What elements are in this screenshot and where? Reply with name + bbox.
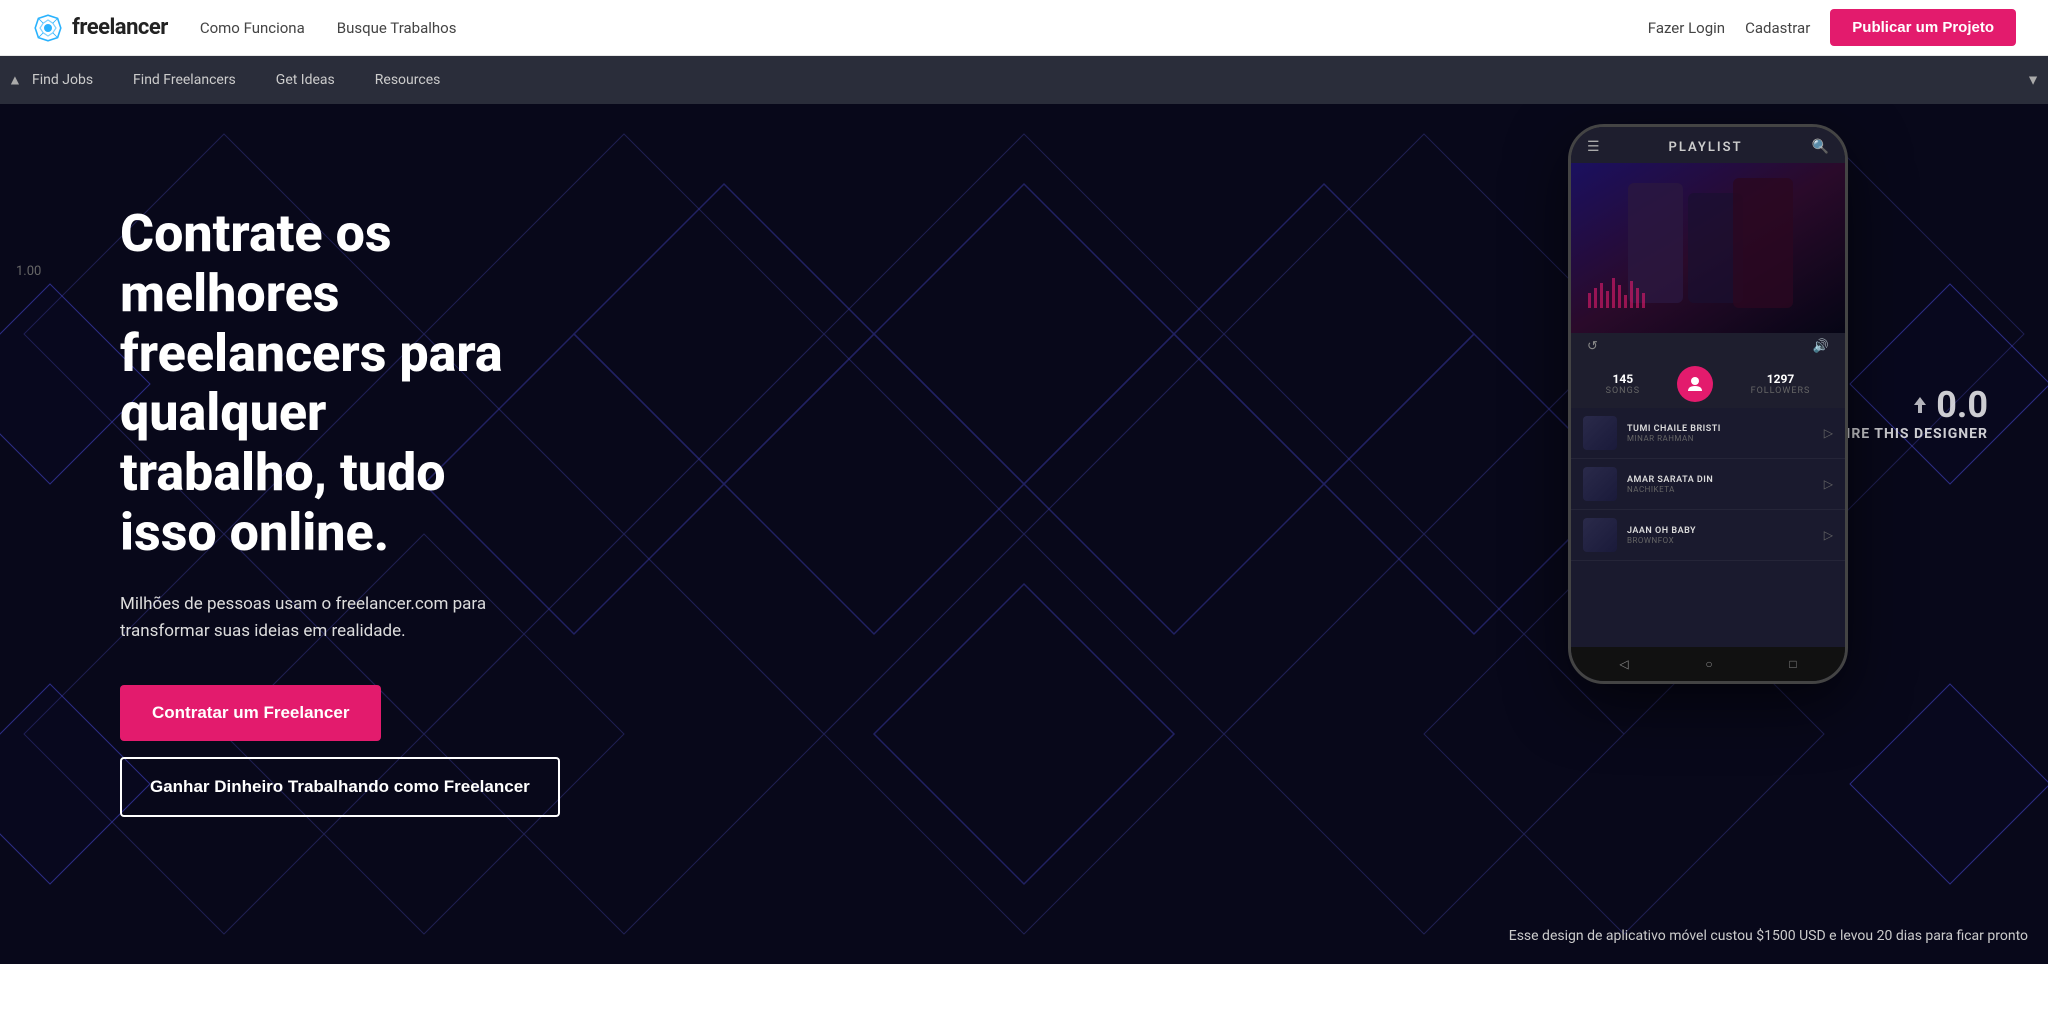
song-artist-2: BROWNFOX [1627,536,1814,545]
hero-title: Contrate os melhores freelancers para qu… [120,204,540,563]
song-title-1: AMAR SARATA DIN [1627,475,1814,485]
fazer-login-link[interactable]: Fazer Login [1648,19,1725,37]
song-title-0: TUMI CHAILE BRISTI [1627,424,1814,434]
song-item-1: AMAR SARATA DIN NACHIKETA ▷ [1571,459,1845,510]
designer-label: HIRE THIS DESIGNER [1835,426,1988,442]
song-thumb-2 [1583,518,1617,552]
phone-controls: ↺ 🔊 [1571,333,1845,360]
phone-menu-icon: ☰ [1587,139,1600,155]
phone-album-art [1571,163,1845,333]
phone-song-list: TUMI CHAILE BRISTI MINAR RAHMAN ▷ AMAR S… [1571,408,1845,647]
chevron-left-icon[interactable]: ▲ [8,72,22,89]
song-info-2: JAAN OH BABY BROWNFOX [1627,526,1814,545]
nav-como-funciona[interactable]: Como Funciona [200,19,305,37]
phone-stats-row: 145 SONGS 1297 FOLLOWERS [1571,360,1845,408]
phone-profile-button [1677,366,1713,402]
followers-label: FOLLOWERS [1751,386,1811,396]
nav-right: Fazer Login Cadastrar Publicar um Projet… [1648,9,2016,46]
designer-rating: 0.0 [1936,384,1988,426]
hero-section: 1.00 Contrate os melhores freelancers pa… [0,104,2048,964]
song-thumb-1 [1583,467,1617,501]
nav-left: freelancer Como Funciona Busque Trabalho… [32,12,456,44]
song-item-2: JAAN OH BABY BROWNFOX ▷ [1571,510,1845,561]
secondary-nav-find-jobs[interactable]: Find Jobs [32,72,93,88]
phone-back-icon: ◁ [1619,657,1628,671]
song-play-icon-0: ▷ [1824,426,1833,440]
songs-stat: 145 SONGS [1606,372,1640,396]
song-play-icon-1: ▷ [1824,477,1833,491]
song-artist-0: MINAR RAHMAN [1627,434,1814,443]
top-nav: freelancer Como Funciona Busque Trabalho… [0,0,2048,56]
song-item-0: TUMI CHAILE BRISTI MINAR RAHMAN ▷ [1571,408,1845,459]
phone-refresh-icon: ↺ [1587,339,1598,354]
hero-caption: Esse design de aplicativo móvel custou $… [1509,928,2028,944]
followers-stat: 1297 FOLLOWERS [1751,372,1811,396]
rating-up-icon [1912,395,1928,415]
designer-card: 0.0 HIRE THIS DESIGNER [1835,384,1988,442]
chevron-right-icon[interactable]: ▼ [2026,72,2040,89]
ganhar-dinheiro-button[interactable]: Ganhar Dinheiro Trabalhando como Freelan… [120,757,560,817]
secondary-nav-resources[interactable]: Resources [375,72,441,88]
followers-count: 1297 [1751,372,1811,386]
nav-busque-trabalhos[interactable]: Busque Trabalhos [337,19,457,37]
phone-home-icon: ○ [1705,657,1712,671]
contratar-freelancer-button[interactable]: Contratar um Freelancer [120,685,381,741]
secondary-nav-find-freelancers[interactable]: Find Freelancers [133,72,236,88]
publicar-projeto-button[interactable]: Publicar um Projeto [1830,9,2016,46]
hero-content: Contrate os melhores freelancers para qu… [0,124,620,877]
phone-playlist-title: PLAYLIST [1669,140,1743,155]
song-artist-1: NACHIKETA [1627,485,1814,494]
phone-volume-icon: 🔊 [1813,339,1829,354]
phone-screen: ☰ PLAYLIST 🔍 [1571,127,1845,681]
secondary-nav: ▲ Find Jobs Find Freelancers Get Ideas R… [0,56,2048,104]
phone-recents-icon: □ [1789,657,1796,671]
song-info-0: TUMI CHAILE BRISTI MINAR RAHMAN [1627,424,1814,443]
songs-label: SONGS [1606,386,1640,396]
freelancer-logo-icon [32,12,64,44]
phone-nav-bar: ◁ ○ □ [1571,647,1845,681]
phone-top-bar: ☰ PLAYLIST 🔍 [1571,127,1845,163]
phone-search-icon: 🔍 [1812,139,1829,155]
phone-profile-icon [1686,375,1704,393]
cadastrar-link[interactable]: Cadastrar [1745,19,1810,37]
song-thumb-0 [1583,416,1617,450]
logo[interactable]: freelancer [32,12,168,44]
secondary-nav-get-ideas[interactable]: Get Ideas [276,72,335,88]
hero-subtitle: Milhões de pessoas usam o freelancer.com… [120,591,540,645]
song-title-2: JAAN OH BABY [1627,526,1814,536]
logo-text: freelancer [72,15,168,40]
song-info-1: AMAR SARATA DIN NACHIKETA [1627,475,1814,494]
phone-mockup: ☰ PLAYLIST 🔍 [1568,124,1848,684]
song-play-icon-2: ▷ [1824,528,1833,542]
songs-count: 145 [1606,372,1640,386]
hero-buttons: Contratar um Freelancer Ganhar Dinheiro … [120,685,540,817]
